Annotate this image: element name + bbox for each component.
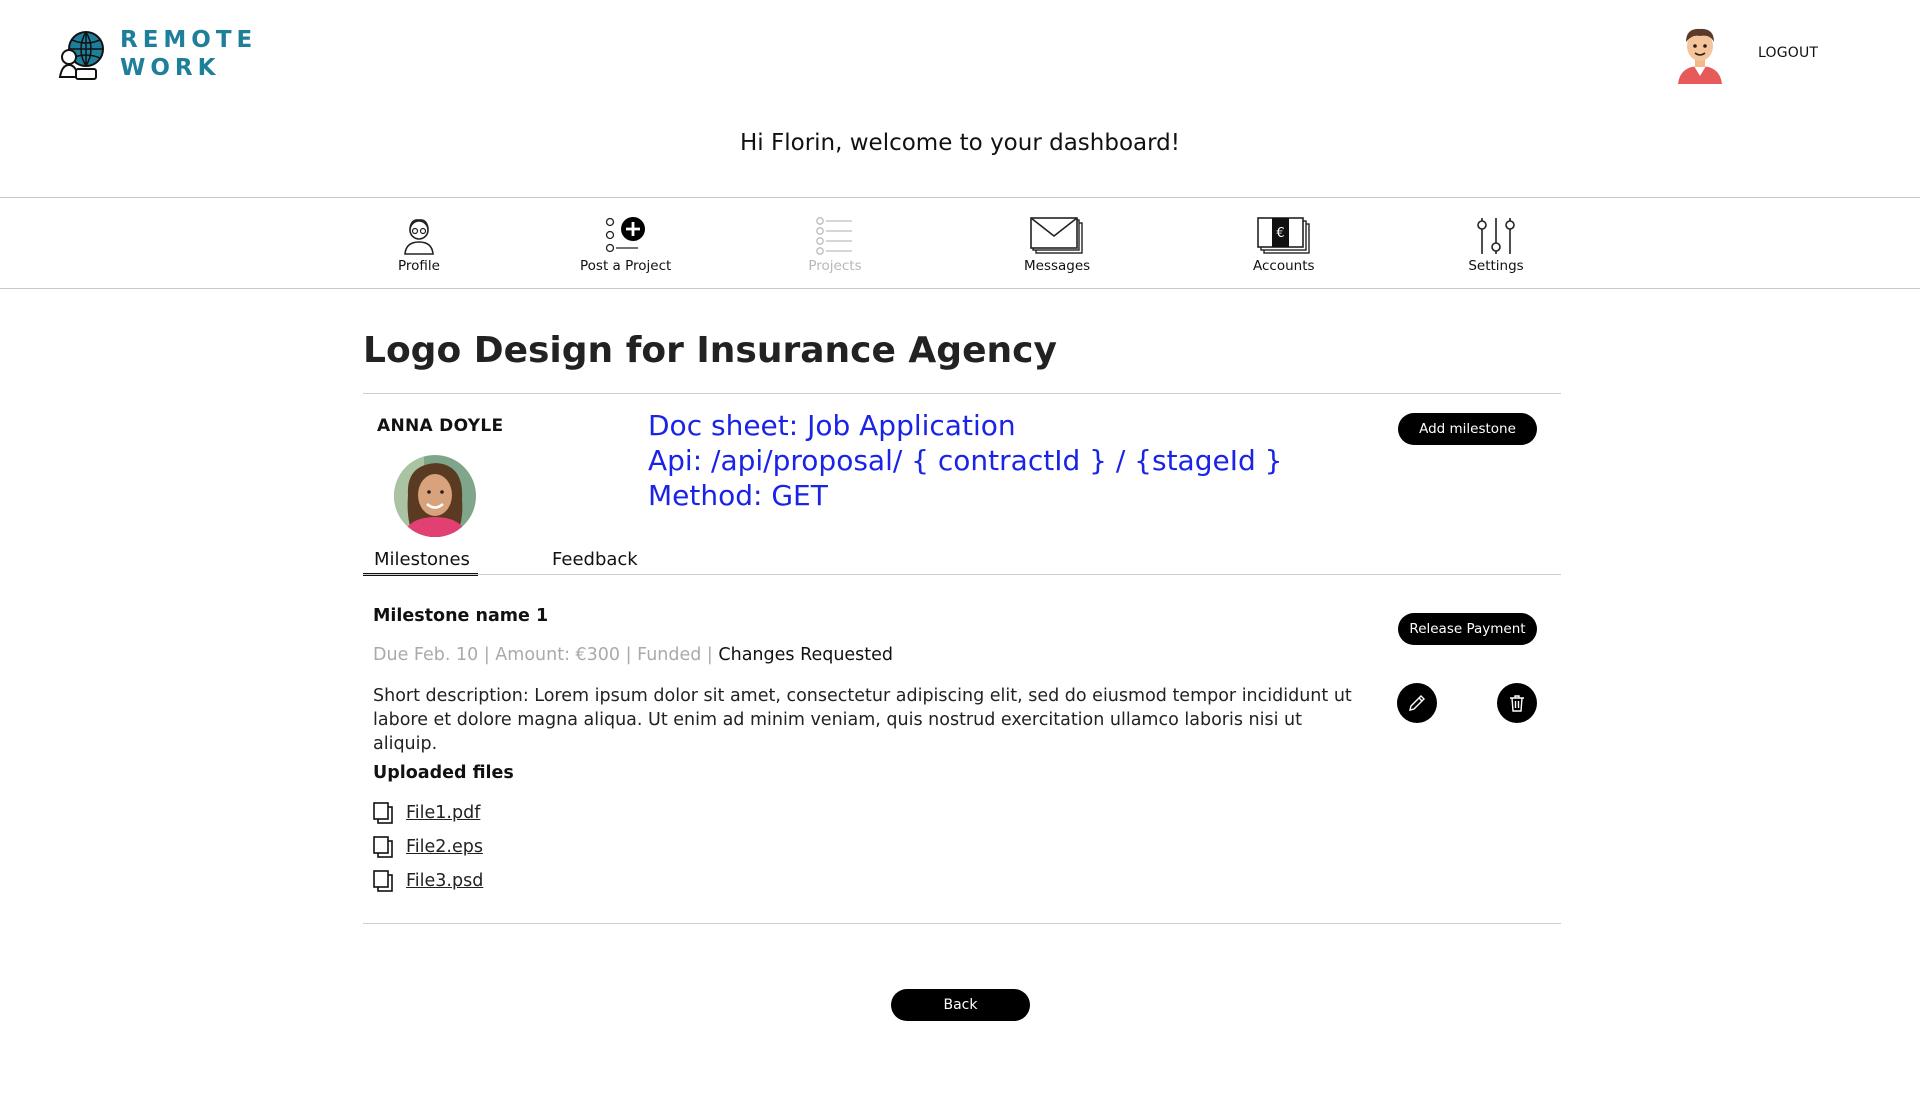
nav-item-projects[interactable]: Projects [807,216,863,274]
logo-line-2: WORK [120,55,221,81]
logout-button[interactable]: LOGOUT [1758,45,1818,61]
edit-button[interactable] [1397,683,1437,723]
bottom-divider [363,923,1561,924]
nav-item-post-project[interactable]: Post a Project [580,216,671,274]
delete-button[interactable] [1497,683,1537,723]
tab-milestones[interactable]: Milestones [374,549,470,570]
freelancer-name: ANNA DOYLE [377,416,504,436]
nav-item-messages[interactable]: Messages [1024,216,1090,274]
document-copy-icon [373,802,393,824]
sliders-icon [1477,218,1515,254]
main-nav: Profile Post a Project Projects Messages… [0,197,1920,289]
nav-label-messages: Messages [1024,258,1091,274]
envelope-icon [1030,217,1083,254]
globe-worker-icon [58,31,104,80]
milestone-description: Short description: Lorem ipsum dolor sit… [373,686,1352,754]
projects-list-icon [816,217,852,255]
uploaded-files-title: Uploaded files [373,763,514,783]
tab-feedback[interactable]: Feedback [552,549,638,570]
release-payment-button[interactable]: Release Payment [1398,613,1537,645]
file-item[interactable]: File2.eps [373,836,483,858]
trash-icon [1510,695,1524,712]
nav-label-accounts: Accounts [1253,258,1315,274]
logo[interactable]: REMOTE WORK [58,26,257,82]
nav-label-post-project: Post a Project [580,258,672,274]
milestone-name: Milestone name 1 [373,606,549,626]
svg-text:€: € [1276,226,1284,241]
back-button[interactable]: Back [891,989,1030,1021]
nav-label-projects: Projects [808,258,862,274]
milestone-meta-text: Due Feb. 10 | Amount: €300 | Funded | [373,645,719,665]
user-avatar[interactable] [1672,22,1728,84]
doc-note-line-2: Api: /api/proposal/ { contractId } / {st… [648,444,1283,477]
file-link[interactable]: File2.eps [406,837,483,857]
profile-icon [404,219,434,255]
file-link[interactable]: File1.pdf [406,803,480,823]
euro-bills-icon: € [1256,217,1310,254]
welcome-message: Hi Florin, welcome to your dashboard! [740,130,1180,156]
divider [363,393,1561,394]
nav-label-profile: Profile [398,258,440,274]
milestone-meta: Due Feb. 10 | Amount: €300 | Funded | Ch… [373,645,893,665]
post-project-icon [605,217,645,253]
milestone-status: Changes Requested [718,645,894,665]
file-item[interactable]: File3.psd [373,870,483,892]
freelancer-avatar[interactable] [394,455,476,537]
doc-note-line-3: Method: GET [648,479,828,512]
nav-item-settings[interactable]: Settings [1468,216,1524,274]
nav-item-profile[interactable]: Profile [391,216,447,274]
nav-label-settings: Settings [1468,258,1524,274]
doc-note: Doc sheet: Job Application Api: /api/pro… [648,408,1282,513]
doc-note-line-1: Doc sheet: Job Application [648,409,1016,442]
pencil-icon [1409,695,1425,711]
file-item[interactable]: File1.pdf [373,802,480,824]
add-milestone-button[interactable]: Add milestone [1398,413,1537,445]
page-title: Logo Design for Insurance Agency [363,330,1057,371]
tabs-divider [363,574,1561,575]
user-area: LOGOUT [1672,22,1818,84]
logo-line-1: REMOTE [120,27,258,53]
document-copy-icon [373,870,393,892]
nav-item-accounts[interactable]: € Accounts [1253,216,1315,274]
file-link[interactable]: File3.psd [406,871,483,891]
document-copy-icon [373,836,393,858]
